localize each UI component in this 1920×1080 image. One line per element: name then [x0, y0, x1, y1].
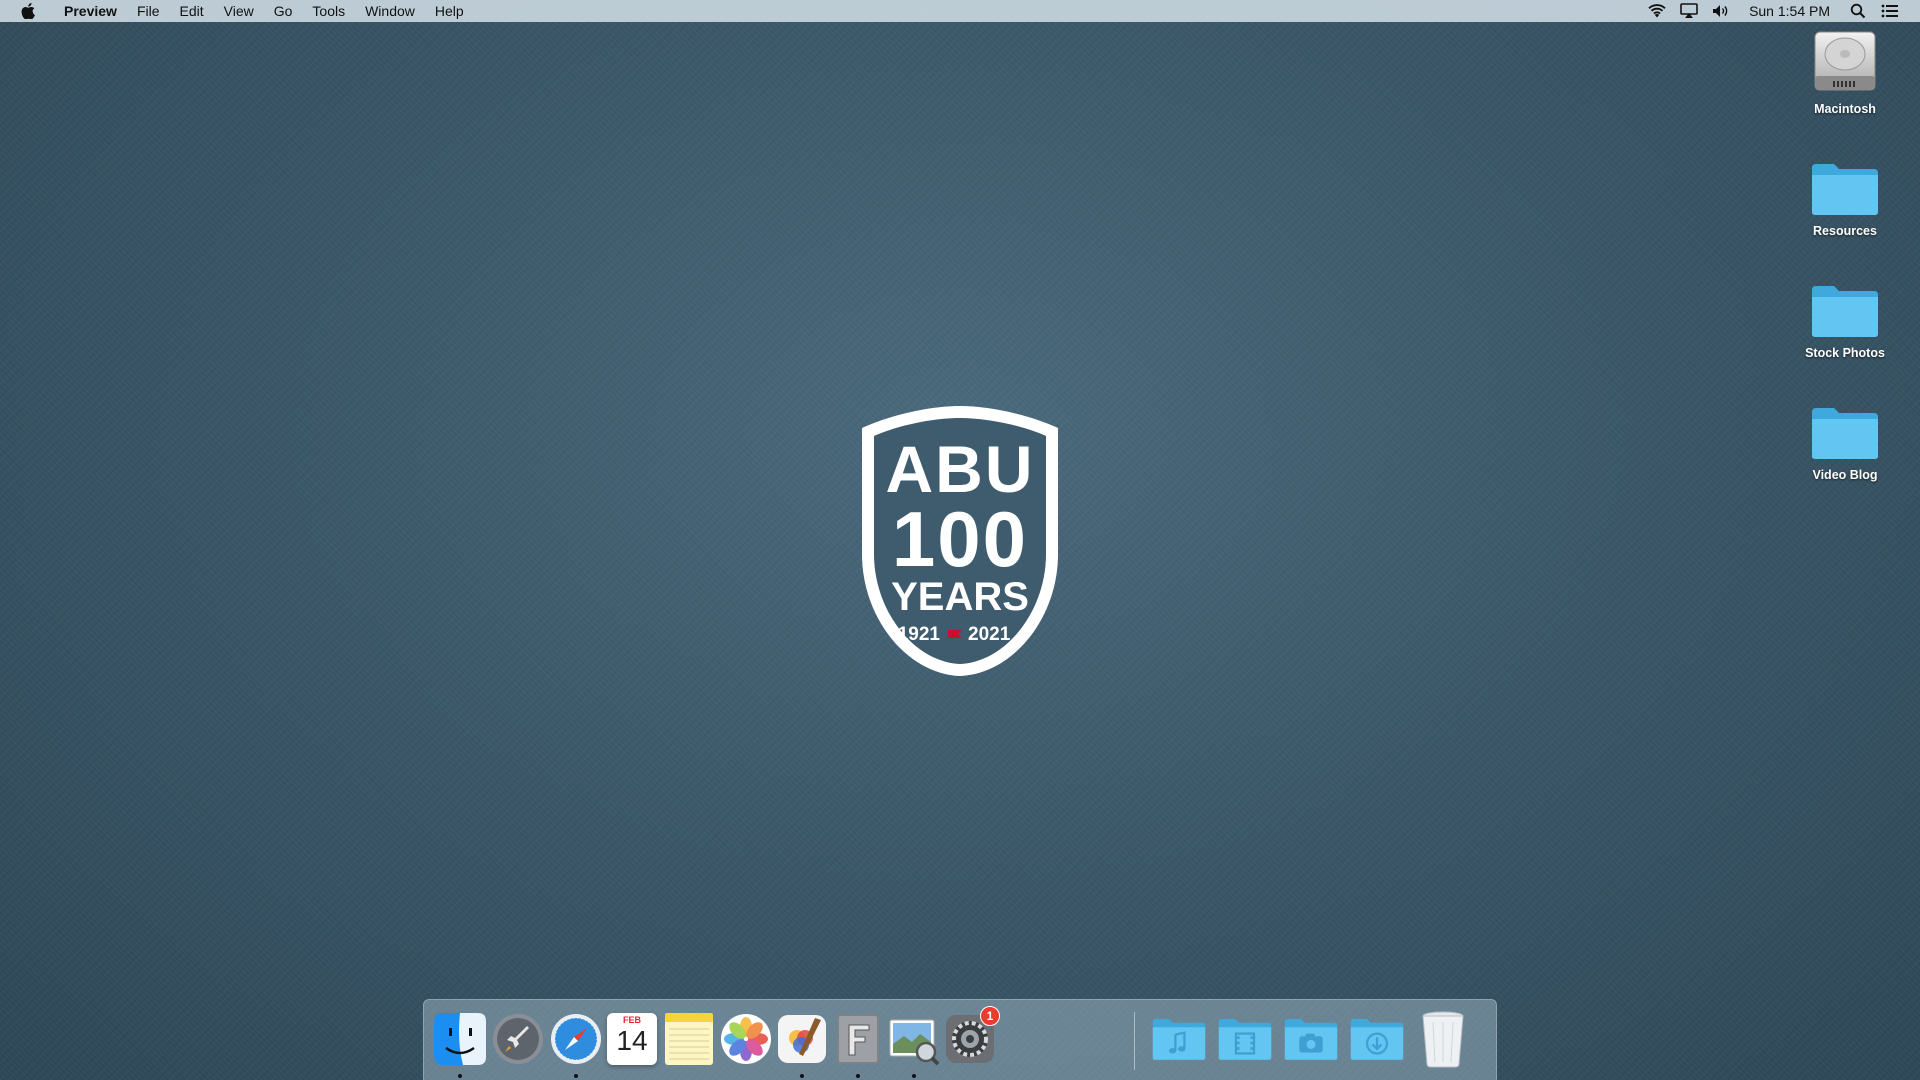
dock-calendar[interactable]: FEB 14	[604, 1010, 660, 1068]
volume-icon[interactable]	[1712, 3, 1730, 19]
wallpaper-logo: ABU 100 YEARS 1921 2021	[862, 406, 1058, 676]
airplay-icon[interactable]	[1680, 3, 1698, 19]
logo-text-100: 100	[892, 495, 1028, 583]
desktop-icon-label: Stock Photos	[1805, 346, 1885, 360]
downloads-folder-icon	[1350, 1019, 1404, 1060]
desktop-icon-label: Resources	[1813, 224, 1877, 238]
hard-drive-icon	[1814, 31, 1876, 91]
menu-help[interactable]: Help	[425, 0, 474, 22]
music-folder-icon	[1152, 1019, 1206, 1060]
calendar-day: 14	[616, 1025, 648, 1056]
dock-stack-pictures[interactable]	[1283, 1010, 1339, 1068]
notes-icon	[665, 1013, 713, 1065]
dock: FEB 14 1	[423, 999, 1497, 1080]
menu-app-name[interactable]: Preview	[52, 0, 127, 22]
dock-photos[interactable]	[718, 1010, 774, 1068]
notification-center-icon[interactable]	[1881, 3, 1899, 19]
trash-icon	[1422, 1011, 1464, 1068]
menu-window[interactable]: Window	[355, 0, 425, 22]
dock-separator	[1134, 1012, 1135, 1070]
desktop-icon-macintosh[interactable]: Macintosh	[1770, 28, 1920, 116]
dock-system-preferences[interactable]: 1	[942, 1006, 1000, 1068]
safari-icon	[551, 1014, 601, 1064]
running-indicator	[574, 1074, 578, 1078]
folder-icon	[1812, 286, 1878, 337]
running-indicator	[458, 1074, 462, 1078]
folder-icon	[1812, 164, 1878, 215]
launchpad-icon	[493, 1014, 543, 1064]
menu-tools[interactable]: Tools	[302, 0, 355, 22]
pixelmator-icon	[778, 1015, 826, 1063]
dock-trash[interactable]	[1415, 1010, 1471, 1068]
running-indicator	[912, 1074, 916, 1078]
finder-icon	[434, 1013, 486, 1065]
dock-stack-downloads[interactable]	[1349, 1010, 1405, 1068]
calendar-month: FEB	[623, 1015, 641, 1025]
menu-edit[interactable]: Edit	[170, 0, 214, 22]
dock-font-book[interactable]	[830, 1010, 886, 1068]
wifi-icon[interactable]	[1648, 3, 1666, 19]
calendar-icon: FEB 14	[607, 1013, 657, 1065]
folder-icon	[1812, 408, 1878, 459]
photos-icon	[721, 1014, 771, 1064]
dock-preview[interactable]	[886, 1010, 942, 1068]
notification-badge: 1	[980, 1006, 1000, 1026]
menu-bar: Preview File Edit View Go Tools Window H…	[0, 0, 1920, 22]
running-indicator	[856, 1074, 860, 1078]
dock-launchpad[interactable]	[490, 1010, 546, 1068]
apple-menu-icon[interactable]	[20, 3, 36, 19]
menu-file[interactable]: File	[127, 0, 170, 22]
movies-folder-icon	[1218, 1019, 1272, 1060]
desktop-icon-resources[interactable]: Resources	[1770, 160, 1920, 238]
logo-year-start: 1921	[898, 624, 941, 645]
desktop-icon-stock-photos[interactable]: Stock Photos	[1770, 282, 1920, 360]
desktop-icon-label: Video Blog	[1812, 468, 1878, 482]
logo-year-end: 2021	[968, 624, 1011, 645]
dock-finder[interactable]	[432, 1010, 488, 1068]
menu-view[interactable]: View	[214, 0, 264, 22]
desktop-icon-label: Macintosh	[1814, 102, 1876, 116]
desktop-icon-video-blog[interactable]: Video Blog	[1770, 404, 1920, 482]
dock-safari[interactable]	[548, 1010, 604, 1068]
menu-go[interactable]: Go	[264, 0, 303, 22]
dock-stack-movies[interactable]	[1217, 1010, 1273, 1068]
menu-clock[interactable]: Sun 1:54 PM	[1737, 3, 1842, 19]
running-indicator	[800, 1074, 804, 1078]
font-book-icon	[837, 1014, 879, 1064]
desktop: Preview File Edit View Go Tools Window H…	[0, 0, 1920, 1080]
logo-text-years: YEARS	[891, 575, 1029, 619]
spotlight-icon[interactable]	[1849, 3, 1867, 19]
dock-notes[interactable]	[661, 1010, 717, 1068]
preview-icon	[889, 1019, 940, 1066]
dock-stack-music[interactable]	[1151, 1010, 1207, 1068]
pictures-folder-icon	[1284, 1019, 1338, 1060]
dock-pixelmator[interactable]	[774, 1010, 830, 1068]
